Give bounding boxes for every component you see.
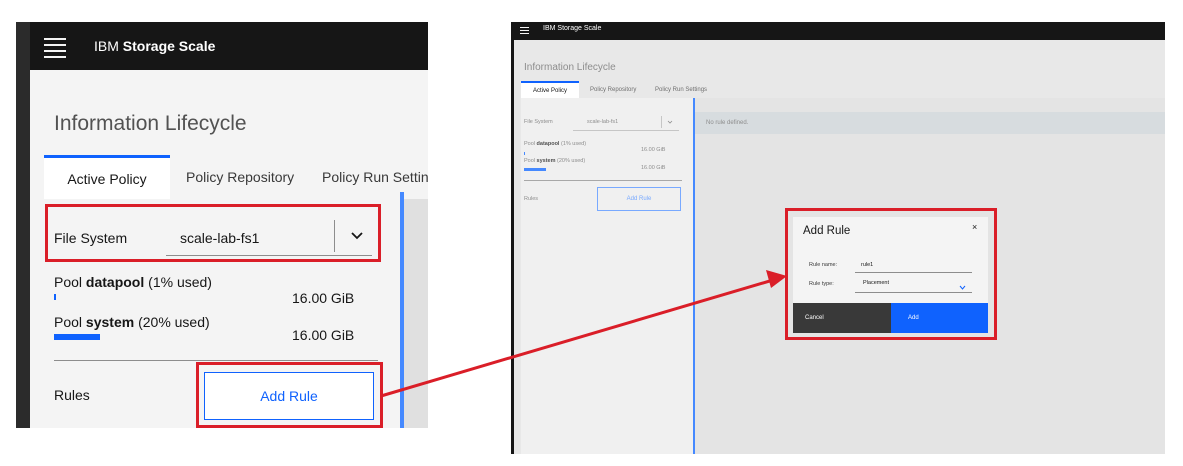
callout-arrow (380, 270, 787, 398)
arrowhead-icon (766, 270, 787, 288)
